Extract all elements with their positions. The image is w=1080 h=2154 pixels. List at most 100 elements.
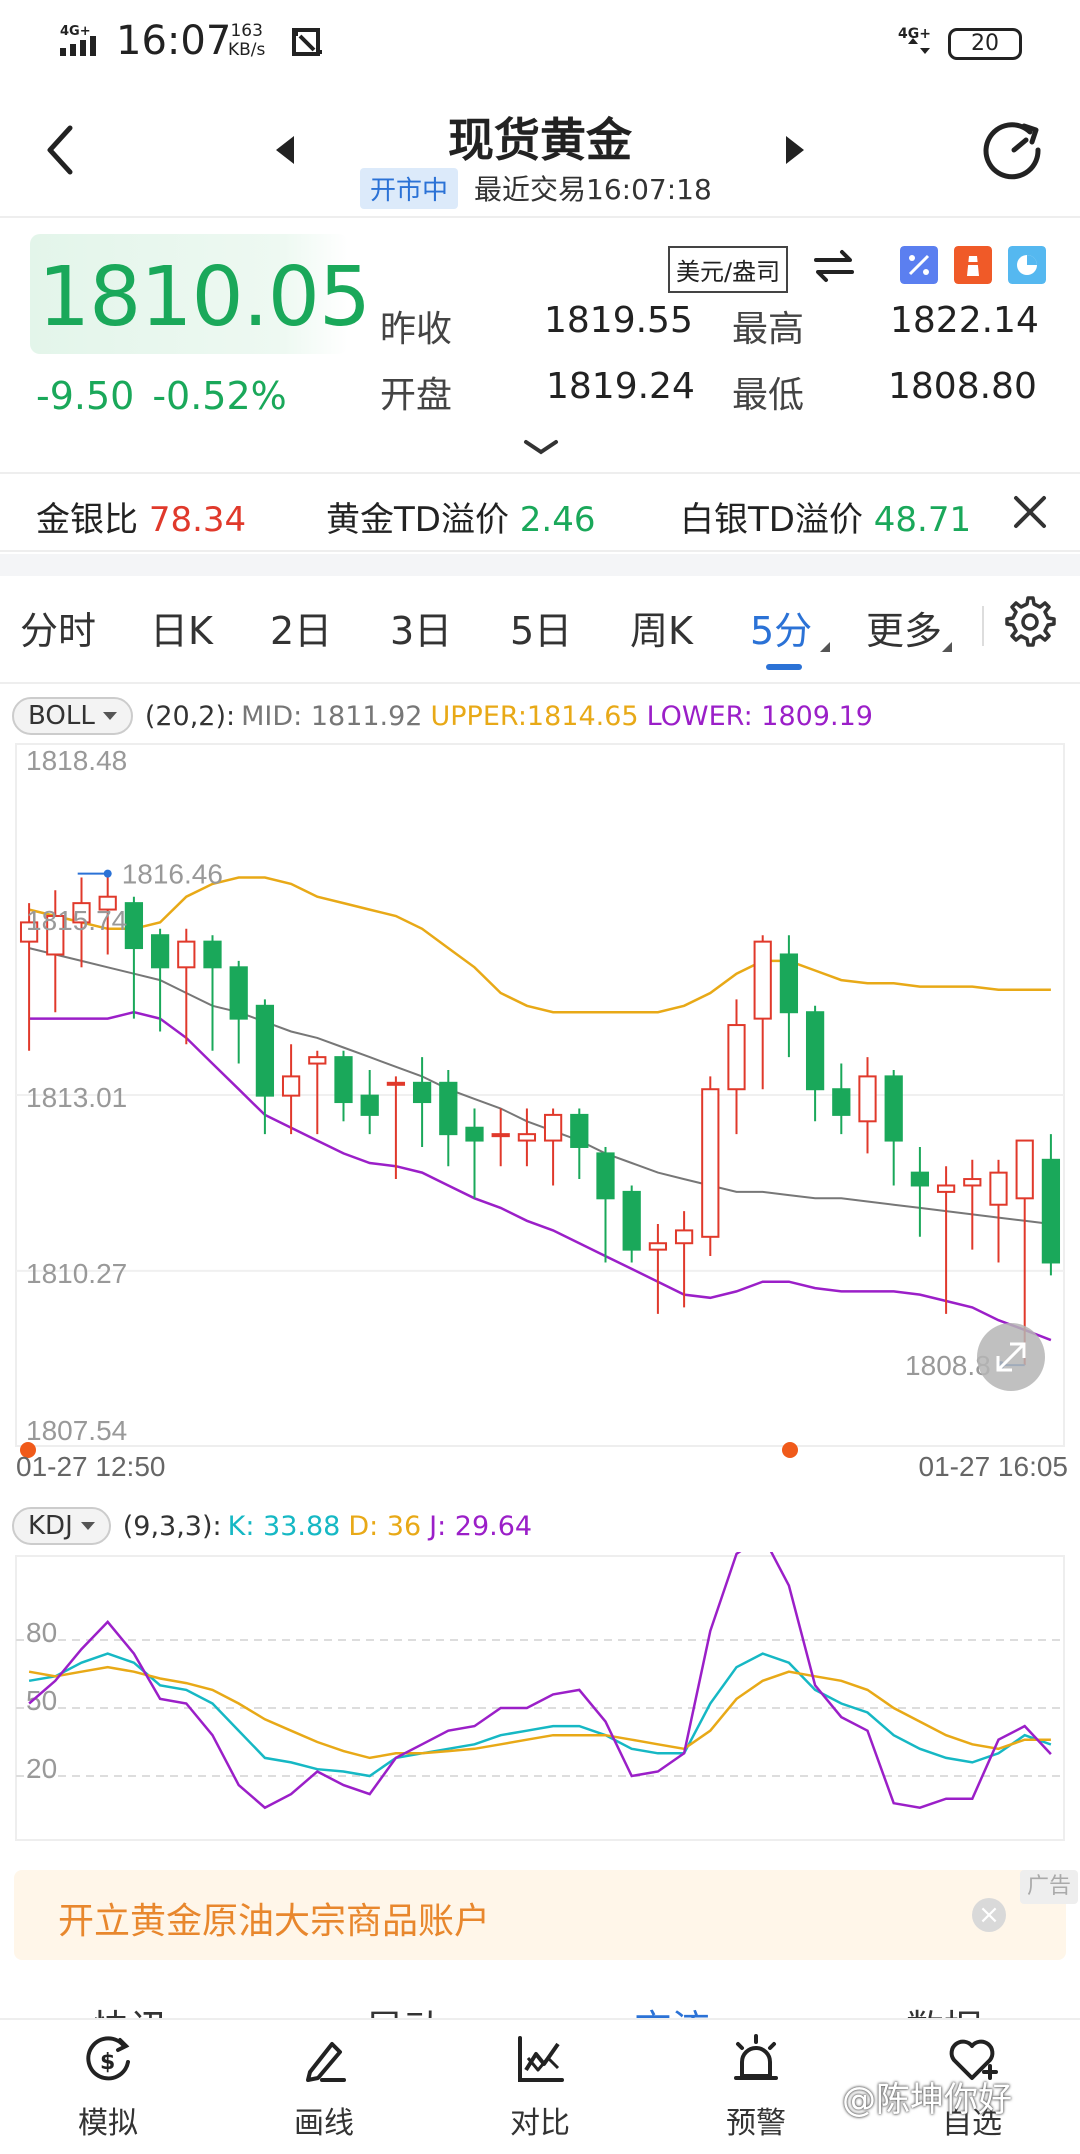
- high-marker-dot: [103, 869, 112, 878]
- status-time: 16:07: [116, 18, 232, 64]
- candle-up: [963, 1178, 982, 1187]
- unit-switch-button[interactable]: 美元/盎司: [668, 246, 789, 293]
- quote-grid: 昨收 1819.55 最高 1822.14 开盘 1819.24 最低 1808…: [380, 300, 1070, 432]
- tab-5-day[interactable]: 5日: [510, 600, 572, 655]
- lighthouse-tool-icon[interactable]: [954, 246, 992, 284]
- nav-draw-line[interactable]: 画线: [254, 2032, 394, 2142]
- close-icon[interactable]: [1008, 490, 1052, 534]
- svg-text:$: $: [100, 2050, 115, 2075]
- kdj-d: D: 36: [348, 1510, 422, 1542]
- simulate-coin-icon: $: [86, 2036, 130, 2081]
- refresh-icon[interactable]: [982, 118, 1046, 182]
- ad-close-button[interactable]: ×: [972, 1898, 1006, 1932]
- candle-down: [334, 1056, 353, 1104]
- fullscreen-button[interactable]: [977, 1323, 1045, 1391]
- pie-tool-icon[interactable]: [1008, 246, 1046, 284]
- tab-3-day[interactable]: 3日: [390, 600, 452, 655]
- x-start-label: 01-27 12:50: [16, 1451, 165, 1480]
- boll-selector[interactable]: BOLL: [12, 697, 133, 735]
- candle-down: [412, 1081, 432, 1104]
- high-label: 最高: [732, 309, 805, 350]
- market-open-badge: 开市中: [360, 167, 459, 209]
- boll-upper: UPPER:1814.65: [430, 700, 639, 732]
- boll-lower: LOWER: 1809.19: [646, 700, 873, 732]
- candle-up: [308, 1056, 327, 1065]
- low-label: 最低: [732, 375, 805, 416]
- nav-simulate[interactable]: $ 模拟: [38, 2032, 178, 2142]
- svg-text:4G+: 4G+: [898, 26, 931, 42]
- active-tab-indicator: [766, 664, 802, 670]
- status-bar: 4G+ 16:07 163 KB/s 4G+ 20: [0, 0, 1080, 90]
- kdj-frame: [15, 1555, 1065, 1841]
- percent-tool-icon[interactable]: [900, 246, 938, 284]
- tab-divider: [982, 606, 984, 646]
- alarm-icon: [734, 2034, 778, 2080]
- chevron-down-icon: [102, 712, 117, 720]
- nav-compare[interactable]: 对比: [470, 2032, 610, 2142]
- candle-down: [1041, 1158, 1061, 1264]
- candle-down: [465, 1126, 484, 1142]
- kdj-y-tick: 80: [26, 1617, 57, 1648]
- candle-down: [596, 1152, 615, 1200]
- watermark-text: @陈坤你好: [842, 2080, 1012, 2120]
- kdj-selector[interactable]: KDJ: [12, 1507, 111, 1545]
- battery-indicator: 20: [948, 28, 1022, 60]
- candle-down: [255, 1004, 275, 1097]
- tab-5-min[interactable]: 5分: [750, 600, 812, 655]
- candle-up: [674, 1229, 694, 1245]
- candle-down: [805, 1011, 825, 1091]
- ad-label: 广告: [1020, 1870, 1078, 1904]
- candle-down: [360, 1094, 379, 1116]
- high-value: 1822.14: [890, 300, 1039, 341]
- period-tabs: 分时 日K 2日 3日 5日 周K 5分 更多: [0, 576, 1080, 684]
- chevron-down-icon[interactable]: [522, 436, 560, 458]
- change-percent: -0.52%: [152, 374, 287, 418]
- nav-alert[interactable]: 预警: [686, 2032, 826, 2142]
- candle-up: [386, 1081, 406, 1086]
- network-speed: 163 KB/s: [228, 21, 266, 60]
- boll-params: (20,2):: [144, 700, 236, 732]
- candle-down: [570, 1113, 589, 1148]
- tab-more[interactable]: 更多: [866, 600, 942, 655]
- y-tick-label: 1810.27: [26, 1258, 127, 1289]
- candlestick-chart[interactable]: 1818.48 1813.01 1810.27 1807.54 1816.46 1815.…: [0, 740, 1080, 1480]
- candle-up: [858, 1075, 877, 1123]
- prev-close-value: 1819.55: [544, 300, 693, 341]
- candle-up: [517, 1133, 537, 1142]
- candle-up: [281, 1075, 301, 1097]
- candle-up: [701, 1088, 720, 1238]
- candle-down: [832, 1088, 851, 1116]
- ad-text[interactable]: 开立黄金原油大宗商品账户: [58, 1892, 490, 1944]
- kdj-y-tick: 20: [26, 1753, 57, 1784]
- price-change: -9.50 -0.52%: [36, 374, 287, 418]
- next-instrument-icon[interactable]: [780, 132, 810, 168]
- candle-down: [203, 940, 222, 969]
- tab-day-k[interactable]: 日K: [150, 600, 213, 655]
- quote-tools: [900, 246, 1046, 284]
- quote-panel: 1810.05 -9.50 -0.52% 美元/盎司 昨收 1819.55 最高: [0, 220, 1080, 470]
- candle-down: [229, 966, 248, 1020]
- dropdown-corner-icon: [820, 642, 830, 652]
- open-value: 1819.24: [546, 366, 695, 407]
- tab-2-day[interactable]: 2日: [270, 600, 332, 655]
- y-tick-label: 1813.01: [26, 1082, 127, 1113]
- top-header: 现货黄金 开市中 最近交易16:07:18: [0, 90, 1080, 218]
- tab-timeshare[interactable]: 分时: [20, 600, 96, 655]
- section-divider: [0, 554, 1080, 576]
- candle-up: [177, 940, 196, 969]
- candle-up: [1015, 1139, 1034, 1200]
- quote-row-2: 开盘 1819.24 最低 1808.80: [380, 366, 1070, 432]
- ad-banner[interactable]: 开立黄金原油大宗商品账户 × 广告: [14, 1870, 1078, 1960]
- last-price: 1810.05: [38, 250, 371, 345]
- candle-down: [150, 934, 170, 969]
- high-annotation: 1816.46: [122, 859, 223, 890]
- swap-arrows-icon[interactable]: [812, 246, 856, 286]
- candle-down: [779, 953, 799, 1014]
- tab-week-k[interactable]: 周K: [630, 600, 693, 655]
- y-tick-label: 1818.48: [26, 745, 127, 776]
- kdj-chart[interactable]: 805020: [0, 1552, 1080, 1844]
- dropdown-corner-icon: [942, 642, 952, 652]
- gear-icon[interactable]: [1004, 596, 1056, 648]
- candle-down: [884, 1075, 903, 1142]
- candle-up: [648, 1242, 668, 1251]
